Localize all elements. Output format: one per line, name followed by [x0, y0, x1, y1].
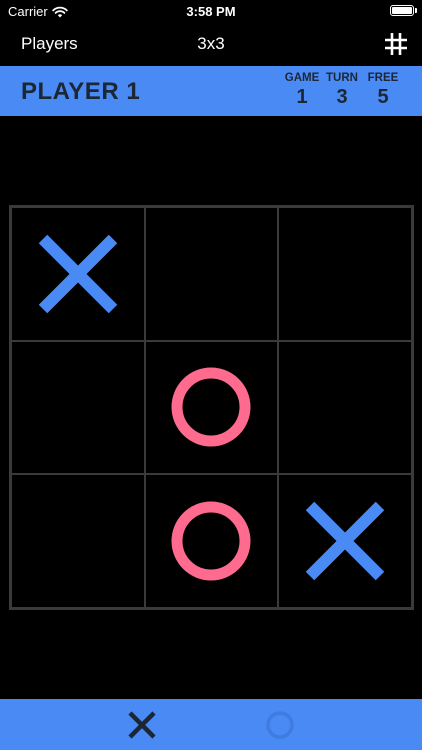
board-cell[interactable]: [144, 474, 279, 608]
grid-hash-icon[interactable]: [382, 30, 410, 58]
board-cell[interactable]: [278, 340, 412, 475]
board-cell[interactable]: [278, 207, 412, 341]
stat-free: FREE 5: [361, 72, 405, 109]
o-mark: [171, 501, 251, 581]
board-cell[interactable]: [144, 207, 279, 341]
board-cell[interactable]: [144, 340, 279, 475]
board-cell[interactable]: [11, 340, 145, 475]
stat-turn-value: 3: [336, 86, 348, 108]
current-player: PLAYER 1: [21, 78, 141, 105]
status-time: 3:58 PM: [186, 4, 236, 19]
stat-game: GAME 1: [280, 72, 324, 109]
stat-turn-label: TURN: [326, 72, 358, 84]
stat-free-label: FREE: [367, 72, 399, 84]
game-board: [9, 205, 414, 610]
o-mark-icon[interactable]: [264, 709, 296, 741]
stat-free-value: 5: [377, 86, 389, 108]
stat-game-value: 1: [296, 86, 308, 108]
status-bar: Carrier 3:58 PM: [0, 0, 422, 22]
x-mark: [305, 501, 385, 581]
stat-turn: TURN 3: [320, 72, 364, 109]
o-mark: [171, 367, 251, 447]
player-banner: PLAYER 1 GAME 1 TURN 3 FREE 5: [0, 66, 422, 116]
battery-icon: [390, 5, 417, 16]
board-cell[interactable]: [278, 474, 412, 608]
board-size-title: 3x3: [197, 34, 225, 53]
board-cell[interactable]: [11, 207, 145, 341]
x-mark: [38, 234, 118, 314]
nav-bar: Players 3x3: [0, 22, 422, 66]
bottom-bar: [0, 699, 422, 750]
board-cell[interactable]: [11, 474, 145, 608]
stat-game-label: GAME: [284, 72, 320, 84]
x-mark-icon[interactable]: [126, 709, 158, 741]
